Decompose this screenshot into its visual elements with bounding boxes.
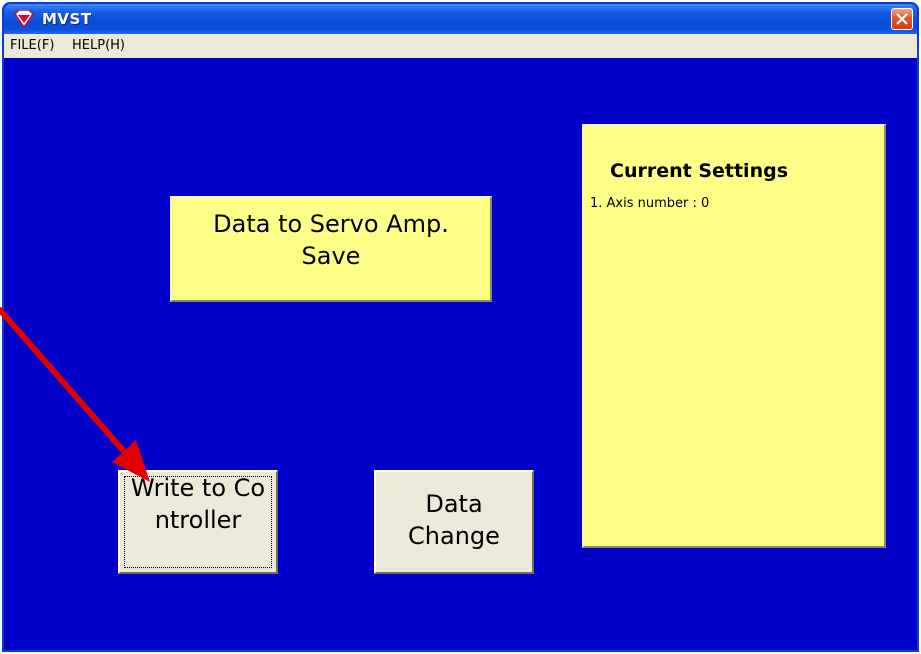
- menu-file[interactable]: FILE(F): [10, 38, 54, 53]
- title-bar[interactable]: MVST: [4, 4, 917, 34]
- settings-title: Current Settings: [610, 160, 789, 182]
- data-change-line1: Data: [425, 490, 483, 518]
- write-to-controller-button[interactable]: Write to Controller: [118, 470, 278, 574]
- data-change-button[interactable]: Data Change: [374, 470, 534, 574]
- save-box-line2: Save: [301, 242, 361, 270]
- save-box-line1: Data to Servo Amp.: [213, 210, 449, 238]
- data-change-line2: Change: [408, 522, 500, 550]
- close-icon: [896, 13, 908, 25]
- diamond-app-icon: [14, 9, 34, 29]
- save-to-servo-amp-label: Data to Servo Amp. Save: [170, 196, 492, 302]
- app-window: MVST FILE(F) HELP(H) Data to Servo Amp. …: [2, 2, 919, 652]
- menu-bar: FILE(F) HELP(H): [4, 34, 917, 58]
- focus-rectangle: [124, 476, 272, 568]
- current-settings-panel: Current Settings 1. Axis number : 0: [582, 124, 886, 548]
- window-title: MVST: [42, 10, 92, 28]
- close-button[interactable]: [891, 8, 913, 30]
- client-area: Data to Servo Amp. Save Current Settings…: [4, 58, 917, 650]
- settings-axis-number: 1. Axis number : 0: [590, 196, 710, 211]
- menu-help[interactable]: HELP(H): [72, 38, 125, 53]
